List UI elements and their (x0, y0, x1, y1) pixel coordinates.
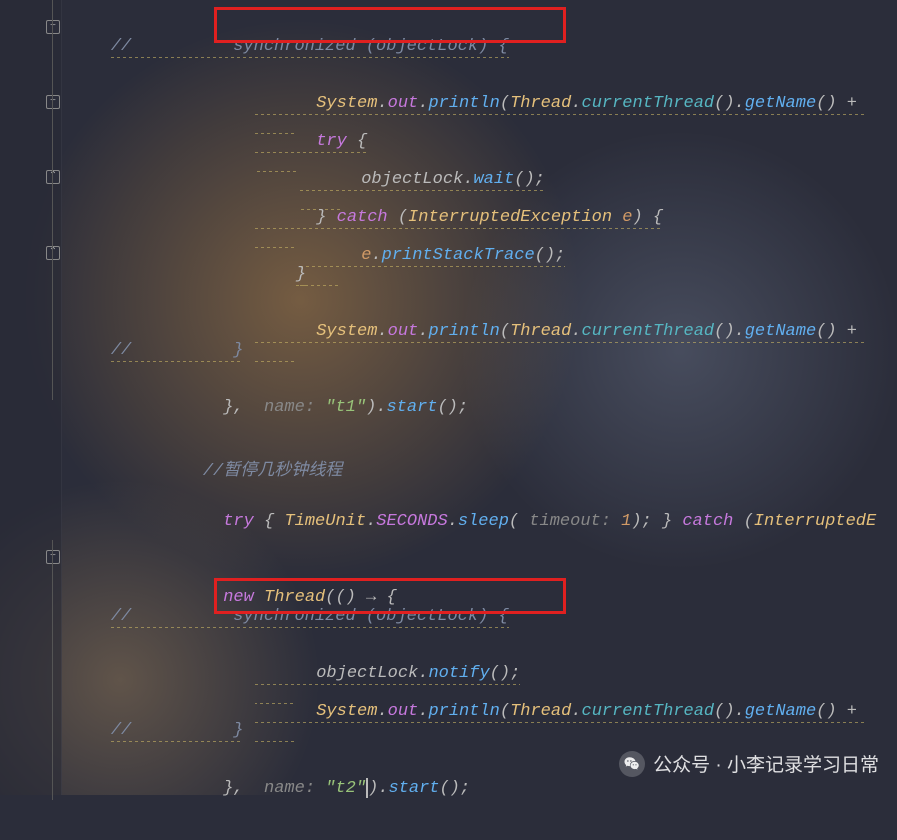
code-text: }, name: "t2").start(); (162, 779, 470, 817)
watermark: 公众号 · 小李记录学习日常 (619, 750, 879, 777)
fold-toggle[interactable]: ⌃ (46, 246, 60, 260)
editor-gutter: − − ⌃ ⌃ − (0, 0, 62, 795)
code-text: e.printStackTrace(); (300, 246, 565, 286)
code-text: System.out.println(Thread.currentThread(… (255, 702, 867, 742)
code-comment: // } (111, 341, 244, 362)
code-text: }, name: "t1").start(); (162, 398, 468, 436)
fold-toggle[interactable]: − (46, 20, 60, 34)
fold-toggle[interactable]: − (46, 95, 60, 109)
fold-guide (52, 540, 53, 800)
code-text: System.out.println(Thread.currentThread(… (255, 322, 867, 362)
code-text: } (296, 265, 306, 286)
annotation-box (214, 7, 566, 43)
code-comment: // } (111, 721, 244, 742)
code-text: try { TimeUnit.SECONDS.sleep( timeout: 1… (162, 512, 876, 550)
fold-toggle[interactable]: ⌃ (46, 170, 60, 184)
fold-toggle[interactable]: − (46, 550, 60, 564)
wechat-icon (619, 751, 645, 777)
annotation-box (214, 578, 566, 614)
fold-guide (52, 0, 53, 400)
watermark-text: 公众号 · 小李记录学习日常 (653, 750, 879, 777)
